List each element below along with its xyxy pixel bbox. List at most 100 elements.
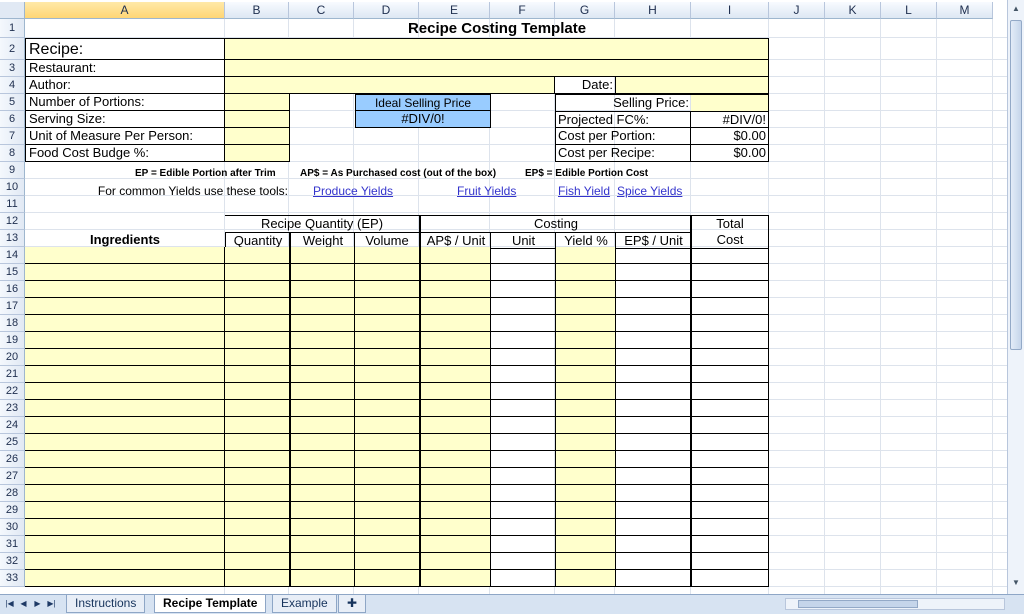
column-header[interactable]: L (881, 2, 937, 19)
cell-grid[interactable]: Recipe Costing Template Recipe: Restaura… (25, 19, 1007, 594)
costing-cell[interactable] (225, 332, 290, 349)
row-header[interactable]: 10 (0, 179, 25, 196)
costing-cell[interactable] (555, 553, 616, 570)
costing-cell[interactable] (354, 417, 419, 434)
author-input[interactable] (225, 77, 555, 94)
horizontal-scrollbar[interactable] (785, 598, 1005, 610)
prev-sheet-icon[interactable]: ◀ (18, 598, 29, 610)
costing-cell[interactable] (225, 247, 290, 264)
row-header[interactable]: 8 (0, 145, 25, 162)
costing-cell[interactable] (354, 519, 419, 536)
costing-cell[interactable] (690, 264, 769, 281)
costing-cell[interactable] (225, 366, 290, 383)
row-header[interactable]: 27 (0, 468, 25, 485)
ingredient-cell[interactable] (25, 519, 225, 536)
last-sheet-icon[interactable]: ▶| (46, 598, 57, 610)
tab-recipe-template[interactable]: Recipe Template (154, 595, 267, 613)
ingredient-cell[interactable] (25, 451, 225, 468)
row-header[interactable]: 12 (0, 213, 25, 230)
costing-cell[interactable] (555, 264, 616, 281)
costing-cell[interactable] (289, 349, 355, 366)
costing-cell[interactable] (690, 383, 769, 400)
costing-cell[interactable] (225, 451, 290, 468)
row-header[interactable]: 23 (0, 400, 25, 417)
costing-cell[interactable] (490, 247, 556, 264)
costing-cell[interactable] (555, 315, 616, 332)
costing-cell[interactable] (289, 553, 355, 570)
costing-cell[interactable] (690, 366, 769, 383)
costing-cell[interactable] (419, 434, 491, 451)
row-header[interactable]: 22 (0, 383, 25, 400)
column-header[interactable]: J (769, 2, 825, 19)
costing-cell[interactable] (490, 281, 556, 298)
spice-yields-link[interactable]: Spice Yields (617, 183, 697, 199)
costing-cell[interactable] (615, 536, 691, 553)
ingredient-cell[interactable] (25, 383, 225, 400)
row-header[interactable]: 16 (0, 281, 25, 298)
costing-cell[interactable] (615, 451, 691, 468)
costing-cell[interactable] (690, 247, 769, 264)
costing-cell[interactable] (354, 434, 419, 451)
costing-cell[interactable] (690, 502, 769, 519)
costing-cell[interactable] (225, 298, 290, 315)
costing-cell[interactable] (490, 366, 556, 383)
costing-cell[interactable] (690, 553, 769, 570)
row-header[interactable]: 32 (0, 553, 25, 570)
row-header[interactable]: 29 (0, 502, 25, 519)
costing-cell[interactable] (354, 570, 419, 587)
costing-cell[interactable] (289, 366, 355, 383)
ingredient-cell[interactable] (25, 485, 225, 502)
costing-cell[interactable] (419, 332, 491, 349)
costing-cell[interactable] (225, 434, 290, 451)
costing-cell[interactable] (615, 366, 691, 383)
costing-cell[interactable] (690, 281, 769, 298)
row-header[interactable]: 5 (0, 94, 25, 111)
row-header[interactable]: 25 (0, 434, 25, 451)
costing-cell[interactable] (615, 264, 691, 281)
costing-cell[interactable] (354, 485, 419, 502)
row-header[interactable]: 20 (0, 349, 25, 366)
costing-cell[interactable] (419, 366, 491, 383)
row-header[interactable]: 3 (0, 60, 25, 77)
costing-cell[interactable] (354, 247, 419, 264)
costing-cell[interactable] (354, 298, 419, 315)
costing-cell[interactable] (490, 315, 556, 332)
costing-cell[interactable] (690, 570, 769, 587)
scroll-down-arrow-icon[interactable]: ▼ (1010, 576, 1022, 590)
costing-cell[interactable] (490, 417, 556, 434)
costing-cell[interactable] (225, 553, 290, 570)
column-header[interactable]: H (615, 2, 691, 19)
costing-cell[interactable] (490, 451, 556, 468)
fruit-yields-link[interactable]: Fruit Yields (457, 183, 527, 199)
ingredient-cell[interactable] (25, 332, 225, 349)
selling-price-input[interactable] (691, 94, 769, 111)
costing-cell[interactable] (225, 519, 290, 536)
costing-cell[interactable] (690, 434, 769, 451)
costing-cell[interactable] (419, 315, 491, 332)
recipe-input[interactable] (225, 38, 769, 60)
first-sheet-icon[interactable]: |◀ (4, 598, 15, 610)
costing-cell[interactable] (690, 536, 769, 553)
row-header[interactable]: 26 (0, 451, 25, 468)
costing-cell[interactable] (555, 502, 616, 519)
row-header[interactable]: 30 (0, 519, 25, 536)
costing-cell[interactable] (225, 502, 290, 519)
costing-cell[interactable] (419, 281, 491, 298)
costing-cell[interactable] (690, 332, 769, 349)
costing-cell[interactable] (354, 400, 419, 417)
row-header[interactable]: 31 (0, 536, 25, 553)
costing-cell[interactable] (690, 400, 769, 417)
costing-cell[interactable] (354, 366, 419, 383)
costing-cell[interactable] (555, 247, 616, 264)
costing-cell[interactable] (615, 247, 691, 264)
row-header[interactable]: 7 (0, 128, 25, 145)
costing-cell[interactable] (289, 400, 355, 417)
row-header[interactable]: 11 (0, 196, 25, 213)
costing-cell[interactable] (354, 536, 419, 553)
column-header[interactable]: B (225, 2, 289, 19)
costing-cell[interactable] (490, 383, 556, 400)
costing-cell[interactable] (289, 519, 355, 536)
costing-cell[interactable] (490, 570, 556, 587)
costing-cell[interactable] (615, 434, 691, 451)
costing-cell[interactable] (555, 468, 616, 485)
